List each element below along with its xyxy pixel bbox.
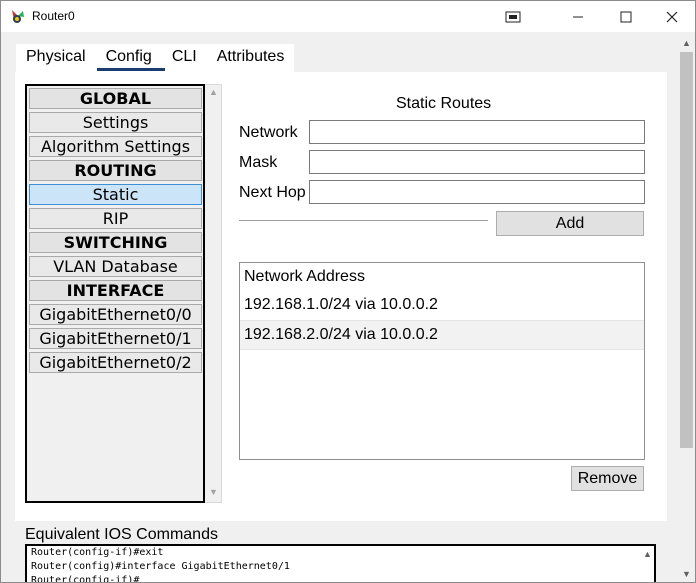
window-scrollbar[interactable]: ▲ ▼ — [678, 34, 695, 582]
nav-scrollbar[interactable]: ▲ ▼ — [205, 84, 222, 503]
route-row[interactable]: 192.168.2.0/24 via 10.0.0.2 — [240, 320, 644, 350]
ios-commands-log[interactable]: Router(config-if)#exit Router(config)#in… — [25, 544, 656, 583]
route-list[interactable]: Network Address 192.168.1.0/24 via 10.0.… — [239, 262, 645, 460]
ios-scrollbar[interactable]: ▲ — [640, 546, 654, 582]
maximize-icon — [620, 11, 632, 22]
router-config-window: Router0 Physical Config CLI Attributes G… — [0, 0, 696, 583]
form-separator — [239, 220, 488, 222]
nav-item-gigabitethernet0-1[interactable]: GigabitEthernet0/1 — [29, 328, 202, 349]
next-hop-label: Next Hop — [239, 184, 306, 201]
route-row[interactable]: 192.168.1.0/24 via 10.0.0.2 — [240, 291, 644, 321]
nav-header-switching: SWITCHING — [29, 232, 202, 253]
nav-header-global: GLOBAL — [29, 88, 202, 109]
ios-line: Router(config)#interface GigabitEthernet… — [31, 561, 290, 572]
scroll-up-icon[interactable]: ▲ — [682, 38, 691, 48]
nav-item-static[interactable]: Static — [29, 184, 202, 205]
config-nav-list: GLOBAL Settings Algorithm Settings ROUTI… — [25, 84, 205, 503]
network-input[interactable] — [309, 120, 645, 144]
static-routes-title: Static Routes — [396, 95, 492, 112]
scrollbar-thumb[interactable] — [680, 52, 693, 448]
scroll-down-icon[interactable]: ▼ — [209, 487, 218, 497]
next-hop-input[interactable] — [309, 180, 645, 204]
restore-button[interactable] — [490, 1, 536, 32]
minimize-button[interactable] — [555, 1, 601, 32]
nav-item-gigabitethernet0-0[interactable]: GigabitEthernet0/0 — [29, 304, 202, 325]
nav-item-rip[interactable]: RIP — [29, 208, 202, 229]
ios-line: Router(config-if)# — [31, 575, 140, 583]
tab-cli[interactable]: CLI — [161, 44, 207, 72]
mask-input[interactable] — [309, 150, 645, 174]
nav-header-interface: INTERFACE — [29, 280, 202, 301]
nav-item-settings[interactable]: Settings — [29, 112, 202, 133]
scroll-down-icon[interactable]: ▼ — [682, 569, 691, 579]
remove-route-button[interactable]: Remove — [571, 466, 644, 491]
nav-item-algorithm-settings[interactable]: Algorithm Settings — [29, 136, 202, 157]
mask-label: Mask — [239, 154, 278, 171]
close-button[interactable] — [649, 1, 695, 32]
scroll-up-icon[interactable]: ▲ — [209, 87, 218, 97]
network-label: Network — [239, 124, 298, 141]
list-header-network-address: Network Address — [244, 268, 365, 285]
ios-line: Router(config-if)#exit — [31, 547, 164, 558]
active-tab-indicator — [97, 68, 165, 71]
minimize-icon — [573, 16, 583, 17]
nav-item-gigabitethernet0-2[interactable]: GigabitEthernet0/2 — [29, 352, 202, 373]
nav-header-routing: ROUTING — [29, 160, 202, 181]
window-title: Router0 — [32, 9, 75, 23]
tab-physical[interactable]: Physical — [16, 44, 96, 72]
close-icon — [666, 11, 678, 22]
add-route-button[interactable]: Add — [496, 211, 644, 236]
title-bar: Router0 — [1, 1, 695, 32]
tab-attributes[interactable]: Attributes — [206, 44, 295, 72]
restore-icon — [505, 11, 521, 22]
maximize-button[interactable] — [603, 1, 649, 32]
ios-commands-label: Equivalent IOS Commands — [25, 526, 218, 543]
nav-item-vlan-database[interactable]: VLAN Database — [29, 256, 202, 277]
router-app-icon — [12, 10, 24, 23]
scroll-up-icon[interactable]: ▲ — [643, 549, 652, 559]
